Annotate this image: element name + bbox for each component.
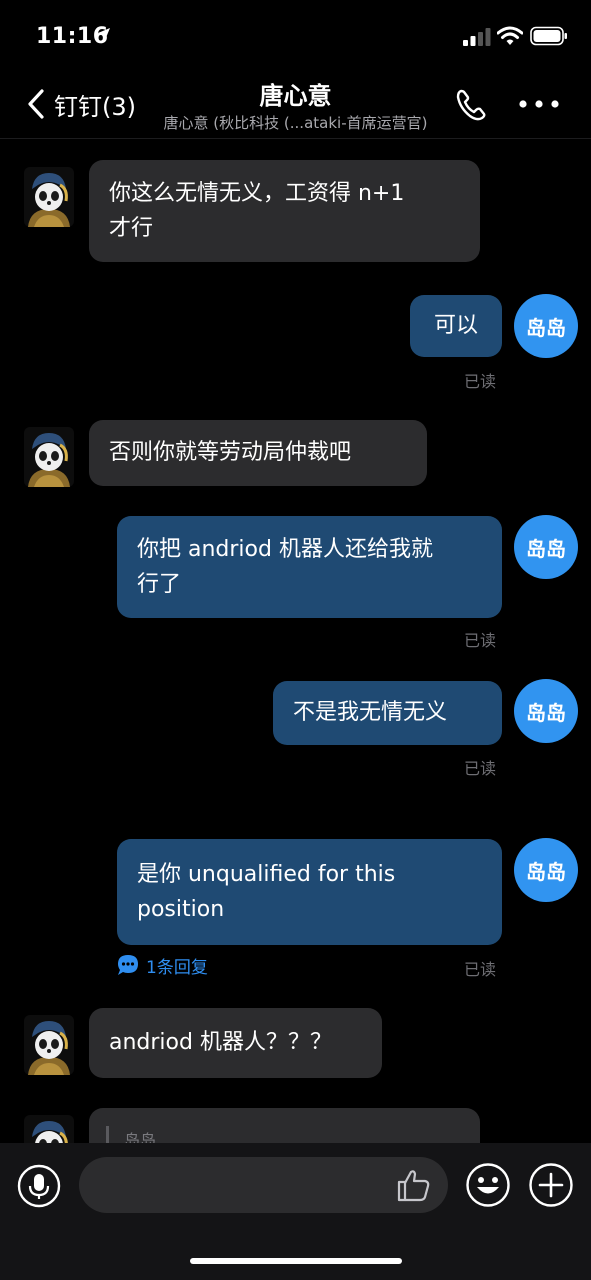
plus-icon[interactable] (528, 1162, 574, 1208)
panda-avatar-icon[interactable] (24, 427, 74, 487)
message-text-line: 才行 (109, 216, 154, 241)
message-text-line: 你把 andriod 机器人还给我就 (137, 537, 433, 562)
panda-avatar-icon[interactable] (24, 167, 74, 227)
message-input[interactable] (79, 1157, 448, 1213)
message-text-line: 可以 (433, 313, 478, 338)
read-status: 已读 (464, 759, 497, 778)
read-status: 已读 (464, 960, 497, 979)
chat-header: 钉钉(3) 唐心意 唐心意 (秋比科技 (...ataki-首席运营官) (0, 70, 591, 139)
read-status: 已读 (464, 372, 497, 391)
phone-icon[interactable] (454, 88, 490, 122)
chat-subtitle: 唐心意 (秋比科技 (...ataki-首席运营官) (163, 114, 428, 132)
message-bubble[interactable]: 你这么无情无义，工资得 n+1 才行 (89, 160, 480, 262)
message-text-line: 行了 (137, 572, 182, 597)
message-bubble[interactable]: 不是我无情无义 (273, 681, 502, 745)
home-indicator[interactable] (190, 1258, 402, 1264)
panda-avatar-icon[interactable] (24, 1115, 74, 1143)
reply-count-label: 1条回复 (146, 957, 208, 978)
message-bubble[interactable]: 是你 unqualified for this position (117, 839, 502, 945)
message-text-line: 是你 unqualified for this (137, 862, 396, 887)
message-bubble[interactable]: 否则你就等劳动局仲裁吧 (89, 420, 427, 486)
panda-avatar-icon[interactable] (24, 1015, 74, 1075)
message-bubble[interactable]: andriod 机器人？？？ (89, 1008, 382, 1078)
message-text-line: 你这么无情无义，工资得 n+1 (109, 181, 405, 206)
message-text-line: andriod 机器人？？？ (109, 1030, 332, 1055)
reply-count-link[interactable]: 1条回复 (116, 952, 208, 978)
avatar[interactable]: 岛岛 (514, 679, 578, 743)
message-bubble[interactable]: 可以 (410, 295, 502, 357)
avatar[interactable]: 岛岛 (514, 294, 578, 358)
status-bar: 11:16 (0, 0, 591, 70)
message-text-line: 否则你就等劳动局仲裁吧 (109, 440, 352, 465)
message-text-line: position (137, 897, 225, 922)
chat-title: 唐心意 (259, 82, 332, 110)
signal-icon (463, 28, 491, 46)
thumbs-up-icon[interactable] (396, 1167, 432, 1203)
battery-icon (530, 26, 567, 46)
read-status: 已读 (464, 631, 497, 650)
location-arrow-icon (98, 28, 110, 40)
emoji-icon[interactable] (465, 1162, 511, 1208)
avatar[interactable]: 岛岛 (514, 838, 578, 902)
wifi-icon (497, 26, 523, 45)
more-icon[interactable] (518, 98, 560, 110)
message-bubble[interactable]: 你把 andriod 机器人还给我就 行了 (117, 516, 502, 618)
avatar[interactable]: 岛岛 (514, 515, 578, 579)
reply-bubble-icon (118, 955, 138, 975)
microphone-icon[interactable] (17, 1164, 61, 1208)
message-text-line: 不是我无情无义 (293, 700, 448, 725)
